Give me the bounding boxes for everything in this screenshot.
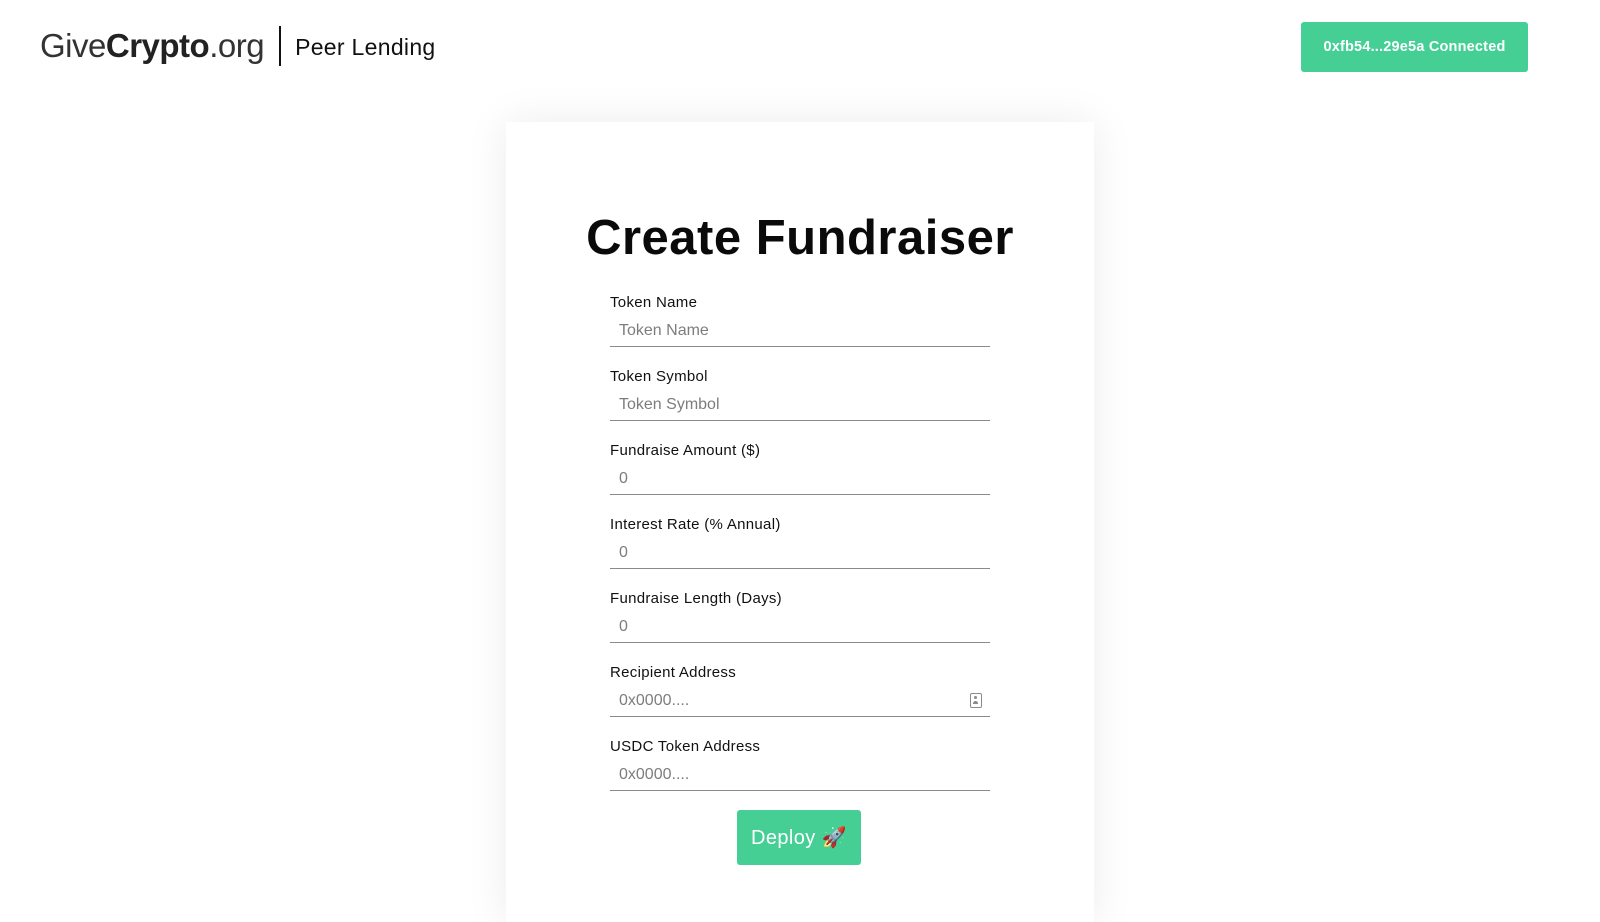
- logo-wordmark: GiveCrypto.org: [40, 25, 265, 67]
- fundraise-amount-field: Fundraise Amount ($): [610, 441, 990, 499]
- fundraise-amount-input[interactable]: [610, 463, 990, 495]
- deploy-button[interactable]: Deploy 🚀: [737, 810, 861, 865]
- interest-rate-field: Interest Rate (% Annual): [610, 515, 990, 573]
- fundraise-length-field: Fundraise Length (Days): [610, 589, 990, 647]
- logo-tld: .org: [209, 27, 265, 64]
- interest-rate-input[interactable]: [610, 537, 990, 569]
- token-symbol-field: Token Symbol: [610, 367, 990, 425]
- fundraise-length-input[interactable]: [610, 611, 990, 643]
- logo[interactable]: GiveCrypto.org Peer Lending: [40, 25, 436, 67]
- token-name-label: Token Name: [610, 294, 698, 311]
- page-title: Create Fundraiser: [586, 211, 1014, 265]
- contact-card-icon[interactable]: [970, 693, 982, 708]
- token-symbol-input[interactable]: [610, 389, 990, 421]
- logo-crypto: Crypto: [105, 27, 210, 64]
- recipient-address-label: Recipient Address: [610, 664, 737, 681]
- logo-give: Give: [40, 27, 106, 64]
- fundraise-length-label: Fundraise Length (Days): [610, 590, 782, 607]
- app-header: GiveCrypto.org Peer Lending 0xfb54...29e…: [0, 0, 1600, 92]
- recipient-address-field: Recipient Address: [610, 663, 990, 721]
- token-symbol-label: Token Symbol: [610, 368, 708, 385]
- recipient-address-input[interactable]: [610, 685, 990, 717]
- logo-subtitle: Peer Lending: [295, 34, 436, 60]
- fundraise-amount-label: Fundraise Amount ($): [610, 442, 761, 459]
- logo-divider: [279, 26, 282, 66]
- token-name-field: Token Name: [610, 293, 990, 351]
- wallet-connected-button[interactable]: 0xfb54...29e5a Connected: [1301, 22, 1528, 72]
- usdc-token-address-input[interactable]: [610, 759, 990, 791]
- usdc-token-address-field: USDC Token Address: [610, 737, 990, 795]
- usdc-token-address-label: USDC Token Address: [610, 738, 761, 755]
- interest-rate-label: Interest Rate (% Annual): [610, 516, 781, 533]
- token-name-input[interactable]: [610, 315, 990, 347]
